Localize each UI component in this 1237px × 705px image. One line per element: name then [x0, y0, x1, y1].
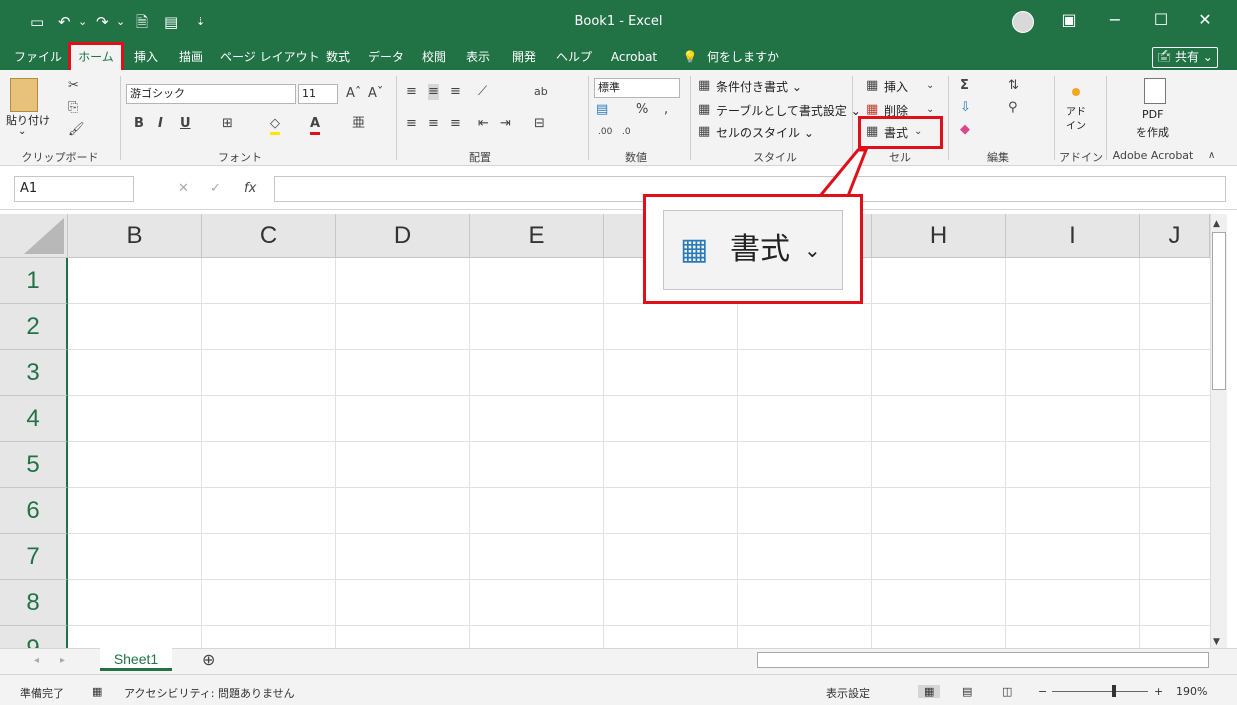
- macro-record-icon[interactable]: ▦: [92, 685, 102, 698]
- zoom-level[interactable]: 190%: [1176, 685, 1207, 698]
- display-settings-button[interactable]: 表示設定: [826, 685, 870, 701]
- status-bar: 準備完了 ▦ アクセシビリティ: 問題ありません 表示設定 ▦ ▤ ◫ − + …: [0, 674, 1237, 705]
- zoom-out-icon[interactable]: −: [1038, 685, 1047, 698]
- page-break-view-icon[interactable]: ◫: [1002, 685, 1012, 698]
- page-layout-view-icon[interactable]: ▤: [962, 685, 972, 698]
- format-callout-arrow: ⌄: [804, 238, 821, 262]
- zoom-slider[interactable]: [1052, 691, 1148, 692]
- sheet-tab[interactable]: Sheet1: [100, 647, 172, 671]
- prev-sheet-icon[interactable]: ◂: [34, 653, 39, 669]
- add-sheet-icon[interactable]: ⊕: [202, 652, 215, 668]
- zoom-in-icon[interactable]: +: [1154, 685, 1163, 698]
- zoom-slider-thumb[interactable]: [1112, 685, 1116, 697]
- accessibility-status[interactable]: アクセシビリティ: 問題ありません: [124, 685, 295, 701]
- callout-pointer: [816, 148, 869, 198]
- ready-status: 準備完了: [20, 687, 64, 700]
- normal-view-icon[interactable]: ▦: [918, 685, 941, 698]
- next-sheet-icon[interactable]: ▸: [60, 653, 65, 669]
- format-callout-label: 書式: [730, 232, 790, 267]
- horizontal-scrollbar[interactable]: [757, 652, 1209, 668]
- format-callout-icon: ▦: [680, 232, 709, 267]
